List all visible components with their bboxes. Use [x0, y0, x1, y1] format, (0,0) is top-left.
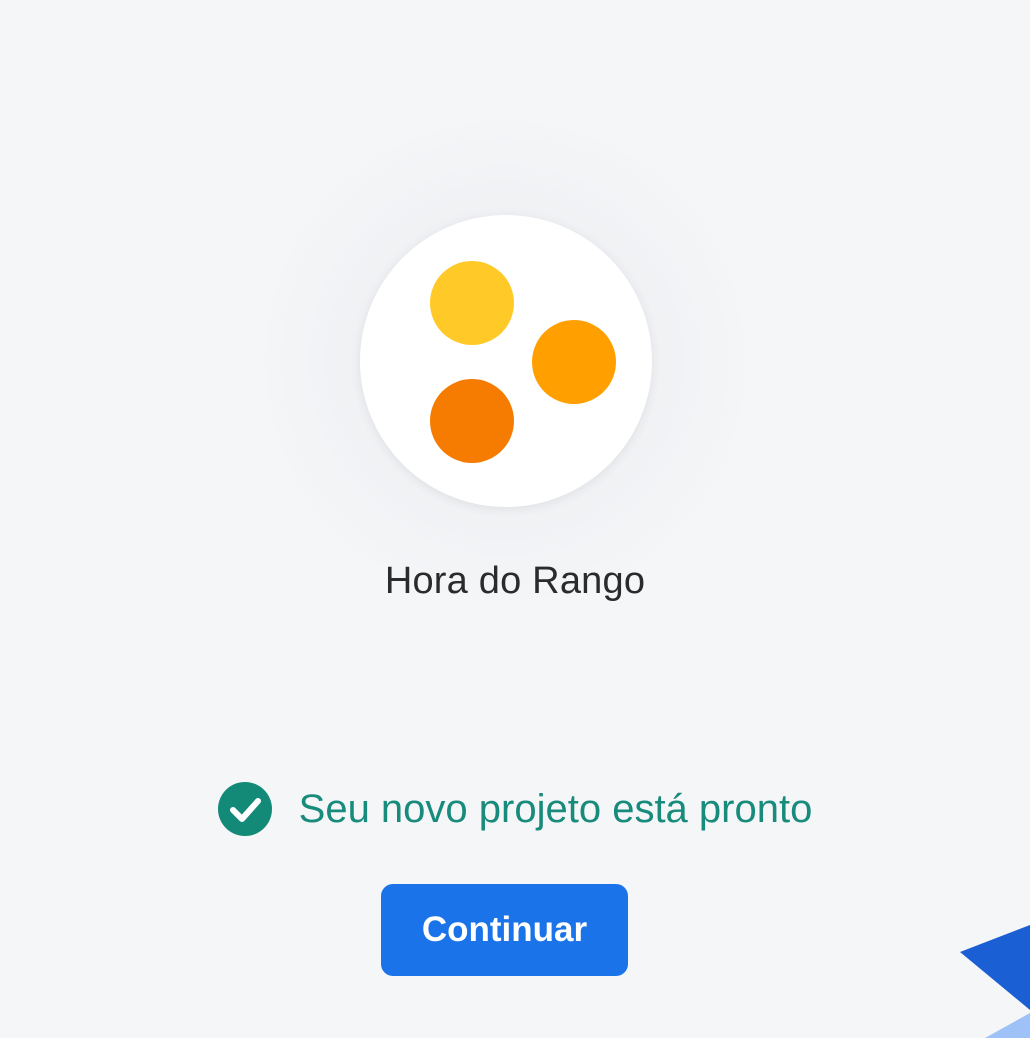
- blue-corner-shape: [960, 925, 1030, 1038]
